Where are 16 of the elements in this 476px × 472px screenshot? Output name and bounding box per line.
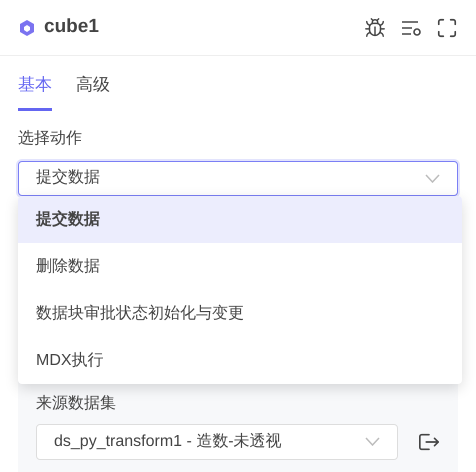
chevron-down-icon	[365, 437, 380, 446]
field-label: 来源数据集	[36, 394, 117, 414]
menu-item[interactable]: 删除数据	[18, 243, 462, 290]
bug-icon[interactable]	[364, 16, 386, 38]
tab[interactable]: 基本	[18, 72, 52, 110]
menu-item[interactable]: 提交数据	[18, 196, 462, 243]
menu-item[interactable]: 数据块审批状态初始化与变更	[18, 290, 462, 337]
tab[interactable]: 高级	[76, 72, 110, 110]
dataset-select[interactable]: ds_py_transform1 - 造数-未透视	[36, 424, 398, 460]
menu-item[interactable]: MDX执行	[18, 337, 462, 384]
field-label: 选择动作	[18, 128, 83, 148]
cube-icon	[18, 18, 36, 36]
chevron-down-icon	[425, 174, 440, 182]
fullscreen-icon[interactable]	[436, 16, 458, 38]
action-select[interactable]: 提交数据	[18, 160, 458, 196]
panel-title: cube1	[44, 15, 99, 40]
